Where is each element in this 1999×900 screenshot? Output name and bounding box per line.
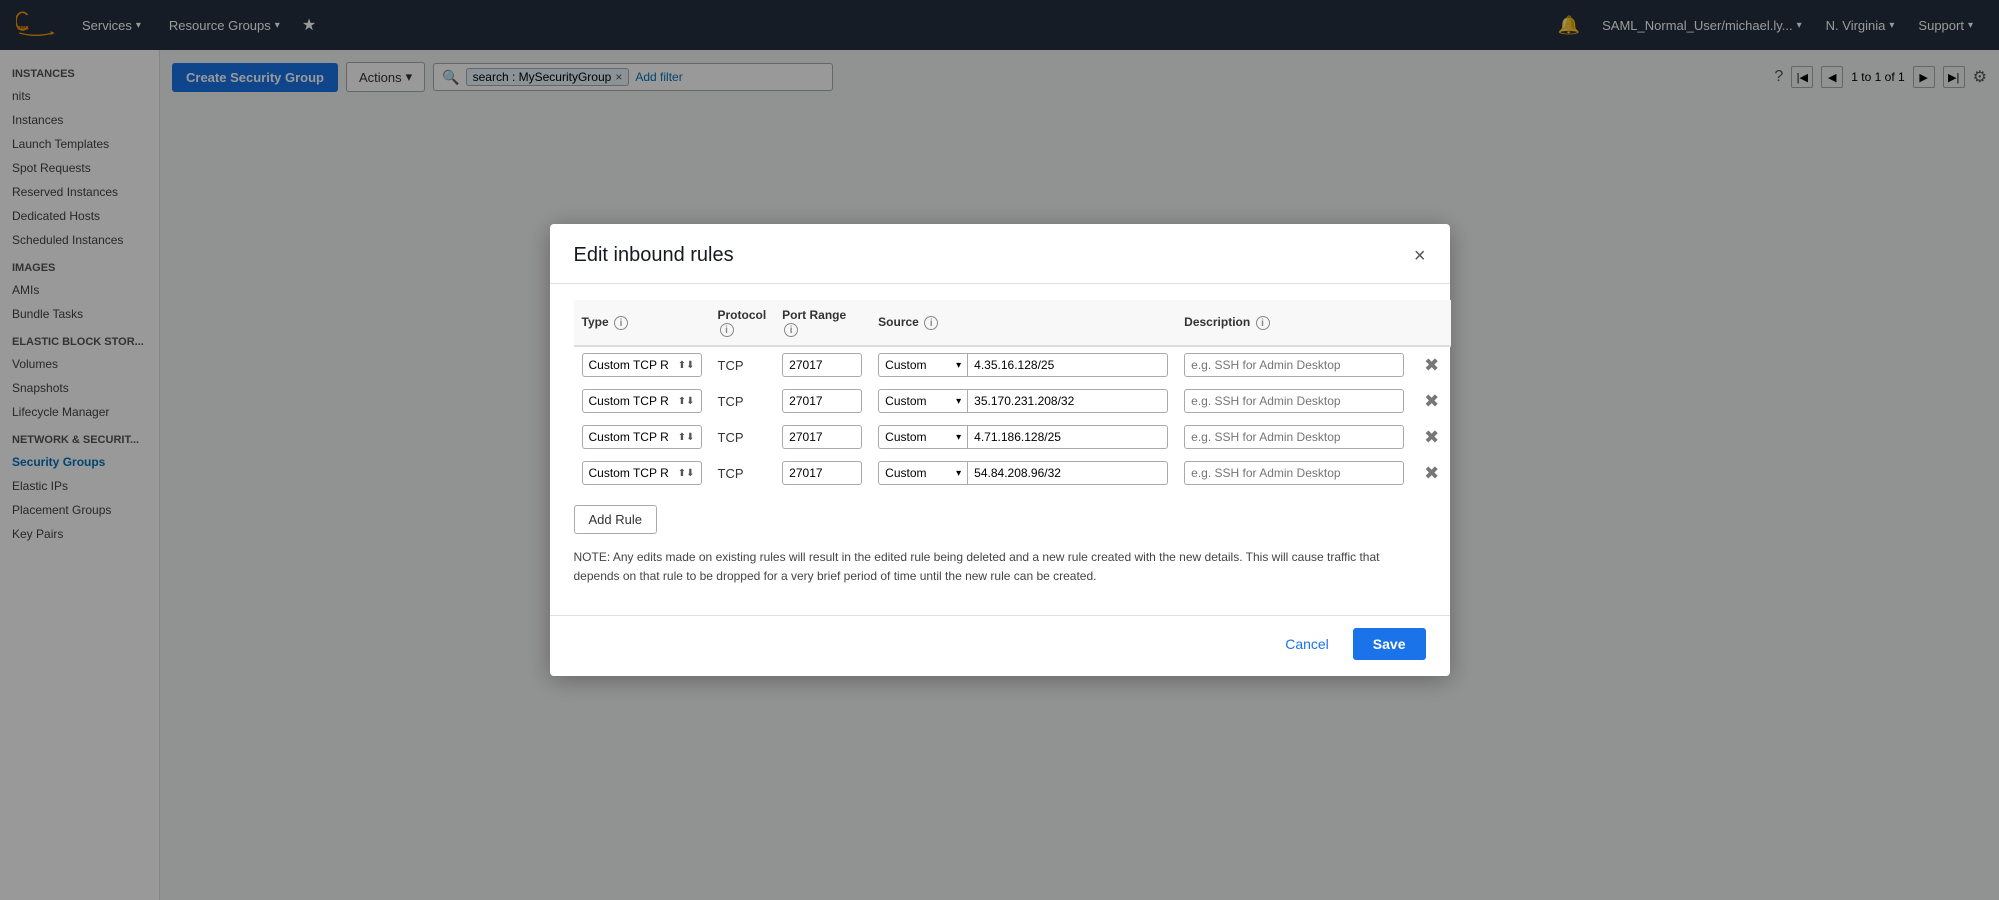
modal-header: Edit inbound rules ×: [550, 224, 1450, 284]
remove-rule-button-0[interactable]: ✖: [1420, 355, 1443, 376]
table-row: Custom TCP R ⬆⬇ TCP Custom ▾: [574, 383, 1452, 419]
rule-remove-cell: ✖: [1412, 419, 1451, 455]
col-actions: [1412, 300, 1451, 346]
type-select-arrow-icon: ⬆⬇: [678, 468, 695, 479]
source-select-arrow-icon: ▾: [956, 468, 961, 479]
modal-overlay: Edit inbound rules × Type i Protocol i: [0, 0, 1999, 900]
col-port-range: Port Range i: [774, 300, 870, 346]
remove-rule-button-1[interactable]: ✖: [1420, 391, 1443, 412]
note-text: NOTE: Any edits made on existing rules w…: [574, 548, 1426, 598]
rule-source-cell: Custom ▾: [870, 419, 1176, 455]
description-input-1[interactable]: [1184, 389, 1404, 413]
rule-type-cell: Custom TCP R ⬆⬇: [574, 419, 710, 455]
rule-port-cell: [774, 383, 870, 419]
description-input-3[interactable]: [1184, 461, 1404, 485]
source-select-3[interactable]: Custom ▾: [878, 461, 968, 485]
rule-type-cell: Custom TCP R ⬆⬇: [574, 383, 710, 419]
source-select-1[interactable]: Custom ▾: [878, 389, 968, 413]
rule-protocol-cell: TCP: [710, 455, 775, 491]
rule-description-cell: [1176, 346, 1412, 383]
rule-protocol-cell: TCP: [710, 346, 775, 383]
type-select-arrow-icon: ⬆⬇: [678, 396, 695, 407]
rule-type-cell: Custom TCP R ⬆⬇: [574, 346, 710, 383]
rule-remove-cell: ✖: [1412, 346, 1451, 383]
save-button[interactable]: Save: [1353, 628, 1426, 660]
source-ip-input-0[interactable]: [968, 353, 1168, 377]
rule-source-cell: Custom ▾: [870, 346, 1176, 383]
port-range-info-icon[interactable]: i: [784, 323, 798, 337]
rule-protocol-cell: TCP: [710, 383, 775, 419]
rule-source-cell: Custom ▾: [870, 455, 1176, 491]
type-select-1[interactable]: Custom TCP R ⬆⬇: [582, 389, 702, 413]
description-info-icon[interactable]: i: [1256, 316, 1270, 330]
cancel-button[interactable]: Cancel: [1273, 628, 1341, 660]
source-select-0[interactable]: Custom ▾: [878, 353, 968, 377]
rule-remove-cell: ✖: [1412, 383, 1451, 419]
table-row: Custom TCP R ⬆⬇ TCP Custom ▾: [574, 346, 1452, 383]
type-select-2[interactable]: Custom TCP R ⬆⬇: [582, 425, 702, 449]
edit-inbound-rules-modal: Edit inbound rules × Type i Protocol i: [550, 224, 1450, 675]
source-ip-input-3[interactable]: [968, 461, 1168, 485]
col-source: Source i: [870, 300, 1176, 346]
remove-rule-button-2[interactable]: ✖: [1420, 427, 1443, 448]
col-protocol: Protocol i: [710, 300, 775, 346]
add-rule-button[interactable]: Add Rule: [574, 505, 657, 534]
description-input-0[interactable]: [1184, 353, 1404, 377]
protocol-info-icon[interactable]: i: [720, 323, 734, 337]
source-select-arrow-icon: ▾: [956, 432, 961, 443]
modal-title: Edit inbound rules: [574, 244, 734, 267]
type-select-0[interactable]: Custom TCP R ⬆⬇: [582, 353, 702, 377]
remove-rule-button-3[interactable]: ✖: [1420, 463, 1443, 484]
table-row: Custom TCP R ⬆⬇ TCP Custom ▾: [574, 419, 1452, 455]
modal-body: Type i Protocol i Port Range i Source: [550, 284, 1450, 614]
col-type: Type i: [574, 300, 710, 346]
rule-remove-cell: ✖: [1412, 455, 1451, 491]
source-ip-input-1[interactable]: [968, 389, 1168, 413]
rule-description-cell: [1176, 419, 1412, 455]
rule-source-cell: Custom ▾: [870, 383, 1176, 419]
source-select-arrow-icon: ▾: [956, 360, 961, 371]
port-range-input-3[interactable]: [782, 461, 862, 485]
rule-protocol-cell: TCP: [710, 419, 775, 455]
source-info-icon[interactable]: i: [924, 316, 938, 330]
col-description: Description i: [1176, 300, 1412, 346]
type-select-arrow-icon: ⬆⬇: [678, 432, 695, 443]
description-input-2[interactable]: [1184, 425, 1404, 449]
rule-description-cell: [1176, 383, 1412, 419]
rule-type-cell: Custom TCP R ⬆⬇: [574, 455, 710, 491]
type-select-arrow-icon: ⬆⬇: [678, 360, 695, 371]
modal-close-button[interactable]: ×: [1414, 246, 1426, 266]
rule-port-cell: [774, 346, 870, 383]
table-row: Custom TCP R ⬆⬇ TCP Custom ▾: [574, 455, 1452, 491]
source-select-arrow-icon: ▾: [956, 396, 961, 407]
type-info-icon[interactable]: i: [614, 316, 628, 330]
rules-table: Type i Protocol i Port Range i Source: [574, 300, 1452, 491]
rule-port-cell: [774, 455, 870, 491]
port-range-input-2[interactable]: [782, 425, 862, 449]
source-ip-input-2[interactable]: [968, 425, 1168, 449]
source-select-2[interactable]: Custom ▾: [878, 425, 968, 449]
port-range-input-0[interactable]: [782, 353, 862, 377]
type-select-3[interactable]: Custom TCP R ⬆⬇: [582, 461, 702, 485]
port-range-input-1[interactable]: [782, 389, 862, 413]
rule-port-cell: [774, 419, 870, 455]
rule-description-cell: [1176, 455, 1412, 491]
modal-footer: Cancel Save: [550, 615, 1450, 676]
table-header-row: Type i Protocol i Port Range i Source: [574, 300, 1452, 346]
